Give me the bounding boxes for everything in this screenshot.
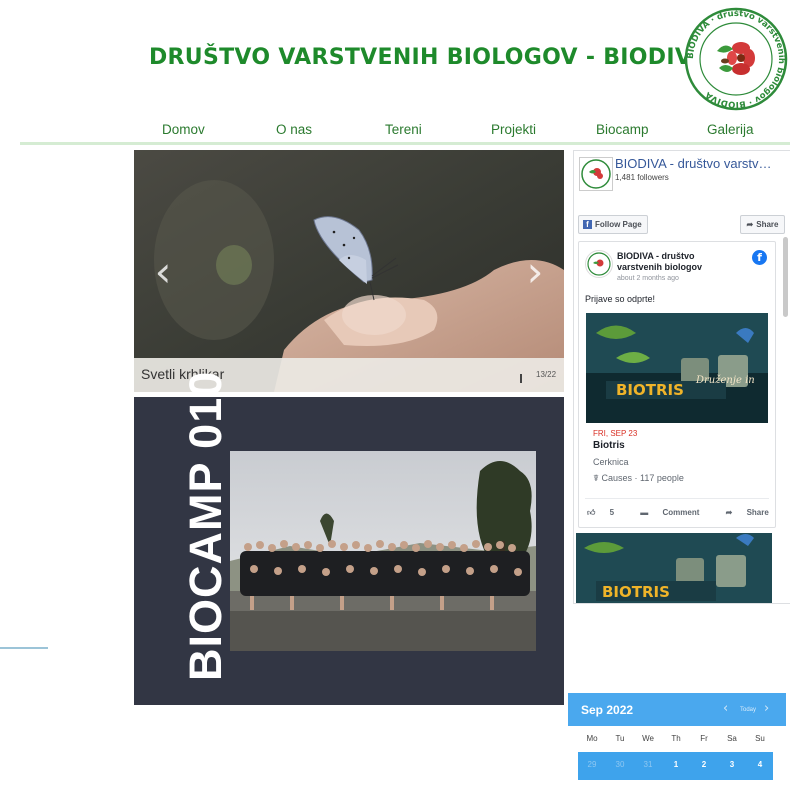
fb-followers-count: 1,481 followers — [615, 173, 669, 182]
fb-event-image[interactable]: BIOTRIS Druženje in — [586, 313, 768, 423]
fb-page-name[interactable]: BIODIVA - društvo varstv… — [615, 156, 787, 171]
fb-event-image-script: Druženje in — [695, 375, 755, 386]
comment-icon: ▬ — [640, 508, 651, 517]
thumbs-up-icon: 👍︎ — [587, 508, 598, 517]
weekday-label: We — [642, 734, 654, 743]
calendar-today-button[interactable]: Today — [740, 707, 756, 713]
chevron-right-icon[interactable]: › — [764, 701, 769, 716]
fb-post-avatar[interactable] — [585, 250, 613, 278]
fb-event-meta: ☤ Causes · 117 people — [593, 473, 684, 484]
fb-event-image-title: BIOTRIS — [616, 381, 684, 399]
weekday-label: Th — [671, 734, 681, 743]
fb-comment-button[interactable]: ▬ Comment — [640, 508, 711, 517]
calendar-day-cell[interactable]: 30 — [608, 760, 632, 769]
calendar-week-row: 29 30 31 1 2 3 4 — [578, 752, 773, 780]
chevron-left-icon[interactable]: ‹ — [146, 246, 180, 296]
fb-event-date: FRI, SEP 23 — [593, 429, 638, 438]
slide-counter: 13/22 — [536, 370, 557, 379]
chevron-right-icon[interactable]: › — [518, 246, 552, 296]
fb-post-author[interactable]: BIODIVA - društvo varstvenih biologov — [617, 251, 737, 273]
share-arrow-icon: ➦ — [746, 220, 754, 229]
nav-item-domov[interactable]: Domov — [162, 122, 205, 137]
calendar-month: Sep 2022 — [581, 703, 634, 717]
weekday-label: Mo — [586, 734, 598, 743]
calendar-day-cell[interactable]: 31 — [636, 760, 660, 769]
main-nav: Domov O nas Tereni Projekti Biocamp Gale… — [140, 122, 790, 142]
biodiva-avatar-icon — [581, 159, 611, 189]
fb-post-divider — [585, 498, 769, 499]
fb-comment-label: Comment — [662, 508, 700, 517]
fb-like-button[interactable]: 👍︎ 5 — [587, 508, 626, 517]
nav-item-tereni[interactable]: Tereni — [385, 122, 422, 137]
fb-like-count: 5 — [609, 508, 615, 517]
weekday-label: Tu — [615, 734, 625, 743]
fb-post-text: Prijave so odprte! — [585, 294, 656, 304]
facebook-logo-icon[interactable]: f — [752, 250, 767, 265]
calendar-day-cell[interactable]: 29 — [580, 760, 604, 769]
calendar-header: Sep 2022 ‹ Today › — [568, 693, 786, 726]
facebook-page-widget: BIODIVA - društvo varstv… 1,481 follower… — [573, 150, 790, 604]
biodiva-avatar-icon — [587, 252, 611, 276]
fb-post-time[interactable]: about 2 months ago — [617, 275, 679, 282]
fb-event-title[interactable]: Biotris — [593, 440, 625, 451]
group-photo — [230, 451, 536, 651]
fb-next-post-image[interactable]: BIOTRIS — [576, 533, 772, 603]
nav-item-galerija[interactable]: Galerija — [707, 122, 754, 137]
fb-post-share-label: Share — [746, 508, 769, 517]
calendar-day-cell[interactable]: 4 — [748, 760, 772, 769]
weekday-label: Sa — [727, 734, 737, 743]
causes-icon: ☤ — [593, 473, 602, 483]
calendar-day-cell[interactable]: 2 — [692, 760, 716, 769]
nav-underline — [20, 142, 790, 145]
fb-event-meta-text: Causes · 117 people — [601, 473, 684, 483]
biodiva-seal-logo-icon: BIODIVA · društvo varstvenih biologov · … — [684, 7, 788, 111]
fb-post-share-button[interactable]: ➦ Share — [726, 508, 781, 517]
fb-follow-button[interactable]: f Follow Page — [578, 215, 648, 234]
biodiva-logo[interactable]: BIODIVA · društvo varstvenih biologov · … — [683, 6, 789, 112]
slide-photo — [134, 150, 564, 392]
fb-scrollbar[interactable] — [783, 237, 788, 317]
fb-share-button[interactable]: ➦ Share — [740, 215, 785, 234]
decorative-line — [0, 647, 48, 649]
site-title[interactable]: DRUŠTVO VARSTVENIH BIOLOGOV - BIODIVA — [149, 45, 708, 70]
calendar-day-cell[interactable]: 3 — [720, 760, 744, 769]
nav-item-projekti[interactable]: Projekti — [491, 122, 536, 137]
chevron-left-icon[interactable]: ‹ — [723, 701, 728, 716]
nav-item-biocamp[interactable]: Biocamp — [596, 122, 649, 137]
nav-item-o-nas[interactable]: O nas — [276, 122, 312, 137]
calendar-weekday-row: Mo Tu We Th Fr Sa Su — [576, 734, 786, 748]
image-slider[interactable]: ‹ › Svetli krhlikar 13/22 — [134, 150, 564, 392]
fb-next-post-image-title: BIOTRIS — [602, 583, 670, 601]
fb-page-avatar[interactable] — [579, 157, 613, 191]
weekday-label: Fr — [700, 734, 708, 743]
biocamp-title: BIOCAMP 010 — [180, 370, 231, 681]
share-arrow-icon: ➦ — [725, 508, 735, 517]
weekday-label: Su — [755, 734, 765, 743]
events-calendar: Sep 2022 ‹ Today › Mo Tu We Th Fr Sa Su … — [568, 693, 786, 787]
facebook-f-icon: f — [583, 220, 592, 229]
fb-post-actions: 👍︎ 5 ▬ Comment ➦ Share — [587, 508, 790, 518]
calendar-day-cell[interactable]: 1 — [664, 760, 688, 769]
fb-follow-label: Follow Page — [595, 220, 642, 229]
fb-share-label: Share — [756, 220, 779, 229]
pause-icon[interactable] — [520, 370, 527, 383]
fb-post: BIODIVA - društvo varstvenih biologov ab… — [578, 241, 776, 528]
fb-event-location: Cerknica — [593, 457, 629, 467]
biocamp-banner[interactable]: BIOCAMP 010 — [134, 371, 564, 705]
